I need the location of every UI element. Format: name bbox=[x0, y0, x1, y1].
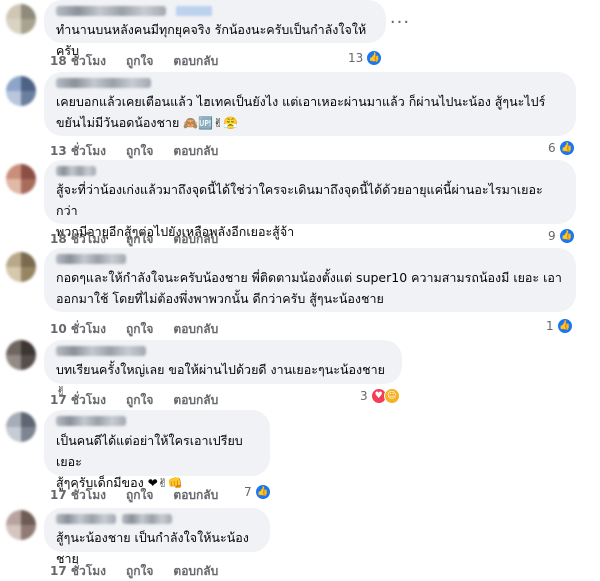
commenter-name[interactable] bbox=[56, 346, 146, 356]
commenter-name[interactable] bbox=[56, 166, 96, 176]
commenter-name[interactable] bbox=[56, 6, 166, 16]
comment-actions: 17 ชั่วโมง ถูกใจ ตอบกลับ bbox=[50, 391, 218, 410]
care-reaction-icon: ☺ bbox=[383, 388, 400, 404]
timestamp[interactable]: 17 ชั่วโมง bbox=[50, 391, 106, 410]
comment-bubble: บทเรียนครั้งใหญ่เลย ขอให้ผ่านไปด้วยดี งา… bbox=[44, 340, 402, 398]
timestamp[interactable]: 17 ชั่วโมง bbox=[50, 486, 106, 505]
reaction-count-label: 6 bbox=[548, 141, 556, 155]
reaction-count[interactable]: 9 👍 bbox=[548, 228, 575, 244]
reply-button[interactable]: ตอบกลับ bbox=[173, 142, 218, 161]
avatar[interactable] bbox=[6, 412, 36, 442]
comment-actions: 17 ชั่วโมง ถูกใจ ตอบกลับ bbox=[50, 486, 218, 505]
like-reaction-icon: 👍 bbox=[558, 228, 575, 244]
comment-bubble: เคยบอกแล้วเคยเตือนแล้ว ไฮเทคเป็นยังไง แต… bbox=[44, 72, 576, 136]
reaction-count[interactable]: 6 👍 bbox=[548, 140, 575, 156]
comment-actions: 18 ชั่วโมง ถูกใจ ตอบกลับ bbox=[50, 52, 218, 71]
emoji-group: 🙈🆙✌😤 bbox=[183, 116, 239, 130]
timestamp[interactable]: 18 ชั่วโมง bbox=[50, 52, 106, 71]
comment-bubble: สู้ๆนะน้องชาย เป็นกำลังใจให้นะน้องชาย bbox=[44, 508, 270, 566]
comment-bubble: สู้จะที่ว่าน้องเก่งแล้วมาถึงจุดนี้ได้ใช่… bbox=[44, 160, 576, 239]
reaction-count-label: 9 bbox=[548, 229, 556, 243]
timestamp[interactable]: 13 ชั่วโมง bbox=[50, 142, 106, 161]
commenter-name[interactable] bbox=[56, 514, 116, 524]
avatar[interactable] bbox=[6, 340, 36, 370]
avatar[interactable] bbox=[6, 4, 36, 34]
commenter-name[interactable] bbox=[56, 254, 126, 264]
timestamp[interactable]: 18 ชั่วโมง bbox=[50, 230, 106, 249]
more-options-button[interactable]: ··· bbox=[386, 8, 414, 36]
comment-bubble: กอดๆและให้กำลังใจนะครับน้องชาย พี่ติดตาม… bbox=[44, 248, 576, 312]
comment-text-body: เคยบอกแล้วเคยเตือนแล้ว ไฮเทคเป็นยังไง แต… bbox=[56, 94, 546, 130]
commenter-name[interactable] bbox=[56, 78, 151, 88]
like-reaction-icon: 👍 bbox=[558, 140, 575, 156]
like-reaction-icon: 👍 bbox=[556, 318, 573, 334]
reaction-count-label: 1 bbox=[546, 319, 554, 333]
comment-text: เคยบอกแล้วเคยเตือนแล้ว ไฮเทคเป็นยังไง แต… bbox=[56, 91, 564, 134]
reaction-count-label: 13 bbox=[348, 51, 364, 65]
like-button[interactable]: ถูกใจ bbox=[126, 52, 153, 71]
comment-text: เป็นคนดีได้แต่อย่าให้ใครเอาเปรียบเยอะ สู… bbox=[56, 430, 258, 494]
reply-button[interactable]: ตอบกลับ bbox=[173, 391, 218, 410]
comment-actions: 18 ชั่วโมง ถูกใจ ตอบกลับ bbox=[50, 230, 218, 249]
like-button[interactable]: ถูกใจ bbox=[126, 230, 153, 249]
reaction-count[interactable]: 3 ♥ ☺ bbox=[360, 388, 400, 404]
reply-button[interactable]: ตอบกลับ bbox=[173, 320, 218, 339]
reaction-count[interactable]: 7 👍 bbox=[244, 484, 271, 500]
commenter-name[interactable] bbox=[56, 416, 126, 426]
like-button[interactable]: ถูกใจ bbox=[126, 486, 153, 505]
comment-actions: 13 ชั่วโมง ถูกใจ ตอบกลับ bbox=[50, 142, 218, 161]
comment-actions: 10 ชั่วโมง ถูกใจ ตอบกลับ bbox=[50, 320, 218, 339]
reply-button[interactable]: ตอบกลับ bbox=[173, 230, 218, 249]
like-button[interactable]: ถูกใจ bbox=[126, 391, 153, 410]
like-reaction-icon: 👍 bbox=[366, 50, 383, 66]
reply-button[interactable]: ตอบกลับ bbox=[173, 52, 218, 71]
like-button[interactable]: ถูกใจ bbox=[126, 320, 153, 339]
reaction-count-label: 3 bbox=[360, 389, 368, 403]
avatar[interactable] bbox=[6, 252, 36, 282]
badge-icon bbox=[176, 6, 212, 16]
comment-text-body: บทเรียนครั้งใหญ่เลย ขอให้ผ่านไปด้วยดี งา… bbox=[56, 362, 385, 377]
reaction-count[interactable]: 13 👍 bbox=[348, 50, 383, 66]
timestamp[interactable]: 10 ชั่วโมง bbox=[50, 320, 106, 339]
avatar[interactable] bbox=[6, 510, 36, 540]
commenter-name-part bbox=[122, 514, 172, 524]
comment-bubble: ทำนานบนหลังคนมีทุกยุคจริง รักน้องนะครับเ… bbox=[44, 0, 386, 58]
avatar[interactable] bbox=[6, 164, 36, 194]
ellipsis-icon: ··· bbox=[389, 11, 411, 33]
like-reaction-icon: 👍 bbox=[254, 484, 271, 500]
reaction-count-label: 7 bbox=[244, 485, 252, 499]
reaction-count[interactable]: 1 👍 bbox=[546, 318, 573, 334]
reply-button[interactable]: ตอบกลับ bbox=[173, 486, 218, 505]
avatar[interactable] bbox=[6, 76, 36, 106]
like-button[interactable]: ถูกใจ bbox=[126, 142, 153, 161]
comment-text: กอดๆและให้กำลังใจนะครับน้องชาย พี่ติดตาม… bbox=[56, 270, 562, 306]
comment-bubble: เป็นคนดีได้แต่อย่าให้ใครเอาเปรียบเยอะ สู… bbox=[44, 410, 270, 490]
